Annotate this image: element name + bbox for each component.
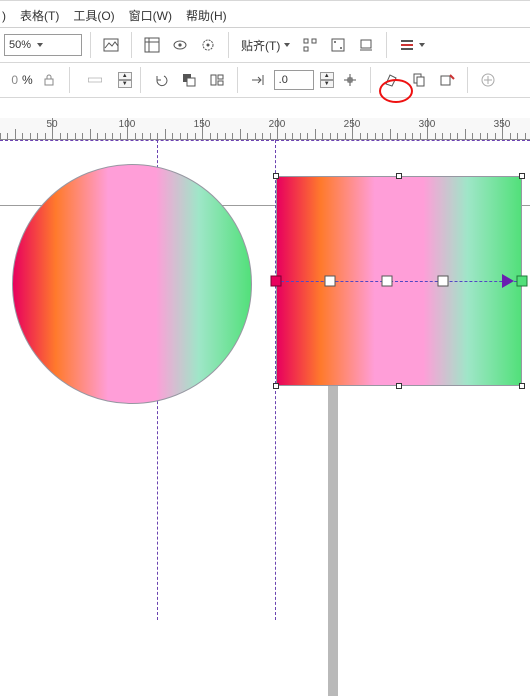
canvas[interactable] [0, 140, 530, 620]
arrow-in-icon[interactable] [246, 68, 270, 92]
selection-handle[interactable] [273, 173, 279, 179]
gradient-node[interactable] [325, 276, 336, 287]
percent-label: % [22, 73, 33, 87]
copy-properties-button[interactable] [407, 68, 431, 92]
menu-help[interactable]: 帮助(H) [186, 7, 227, 24]
percent-readout: 0 [4, 73, 18, 87]
object-stem [328, 386, 338, 696]
width-spinner[interactable]: ▲ ▼ [118, 72, 132, 88]
selection-handle[interactable] [396, 173, 402, 179]
lock-button[interactable] [37, 68, 61, 92]
center-cross-button[interactable] [338, 68, 362, 92]
clear-transform-button[interactable] [435, 68, 459, 92]
wrap-button[interactable] [205, 68, 229, 92]
chevron-down-icon [419, 43, 425, 47]
up-arrow-icon[interactable]: ▲ [320, 72, 334, 80]
snap-object-button[interactable] [326, 33, 350, 57]
gradient-circle-shape[interactable] [12, 164, 252, 404]
target-button[interactable] [196, 33, 220, 57]
add-button[interactable] [476, 68, 500, 92]
menu-table[interactable]: 表格(T) [20, 7, 59, 24]
menu-bar: ) 表格(T) 工具(O) 窗口(W) 帮助(H) [0, 4, 530, 28]
selection-handle[interactable] [273, 383, 279, 389]
chevron-down-icon [284, 43, 290, 47]
toolbar-row-2: 0 % ▲ ▼ .0 ▲ ▼ [0, 63, 530, 98]
snap-label: 贴齐(T) [241, 37, 280, 54]
menu-partial[interactable]: ) [2, 9, 6, 23]
gradient-axis[interactable] [276, 281, 522, 282]
down-arrow-icon[interactable]: ▼ [320, 80, 334, 88]
options-dropdown[interactable] [395, 33, 429, 57]
show-hide-button[interactable] [168, 33, 192, 57]
snap-baseline-button[interactable] [354, 33, 378, 57]
selection-handle[interactable] [396, 383, 402, 389]
value-field[interactable]: .0 [274, 70, 314, 90]
down-arrow-icon[interactable]: ▼ [118, 80, 132, 88]
zoom-combo[interactable]: 50% [4, 34, 82, 56]
up-arrow-icon[interactable]: ▲ [118, 72, 132, 80]
mask-button[interactable] [177, 68, 201, 92]
gradient-node-start[interactable] [271, 276, 282, 287]
horizontal-guide[interactable] [0, 140, 530, 141]
selection-handle[interactable] [519, 383, 525, 389]
image-placeholder-button[interactable] [99, 33, 123, 57]
horizontal-ruler[interactable]: 50100150200250300350 [0, 118, 530, 140]
gradient-node-end[interactable] [517, 276, 528, 287]
gradient-node[interactable] [381, 276, 392, 287]
guides-button[interactable] [140, 33, 164, 57]
toolbar-row-1: 50% 贴齐(T) [0, 28, 530, 63]
chevron-down-icon [37, 43, 43, 47]
menu-window[interactable]: 窗口(W) [129, 7, 172, 24]
snap-grid-button[interactable] [298, 33, 322, 57]
selection-handle[interactable] [519, 173, 525, 179]
gradient-node[interactable] [438, 276, 449, 287]
gradient-arrow-icon[interactable] [502, 274, 514, 288]
undo-button[interactable] [149, 68, 173, 92]
value-spinner[interactable]: ▲ ▼ [320, 72, 334, 88]
width-field-button[interactable] [78, 68, 112, 92]
menu-tools[interactable]: 工具(O) [73, 7, 114, 24]
free-transform-button[interactable] [379, 68, 403, 92]
snap-dropdown[interactable]: 贴齐(T) [237, 33, 294, 57]
zoom-value: 50% [9, 39, 31, 51]
